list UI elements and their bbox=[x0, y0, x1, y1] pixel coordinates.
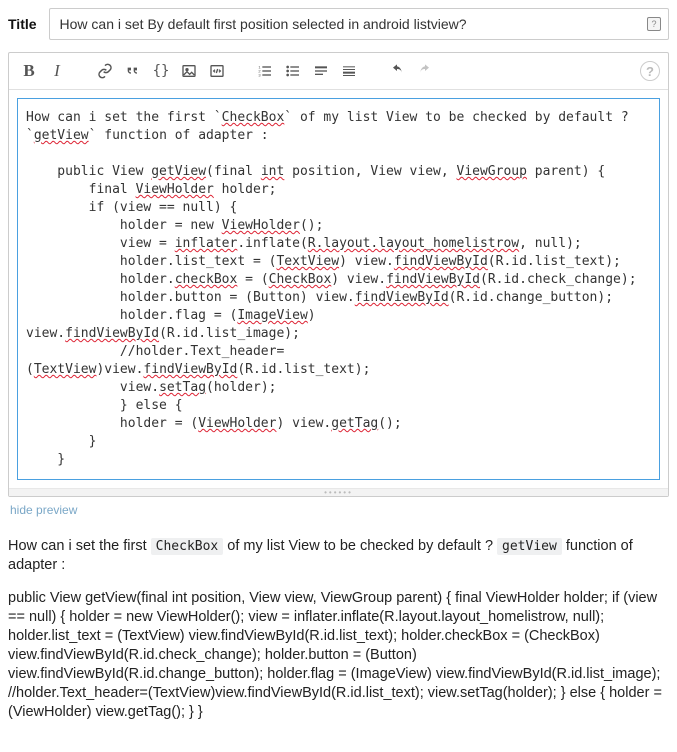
hr-button[interactable] bbox=[337, 59, 361, 83]
preview-pane: How can i set the first CheckBox of my l… bbox=[8, 537, 669, 722]
heading-button[interactable] bbox=[309, 59, 333, 83]
title-help-icon[interactable]: ? bbox=[647, 17, 661, 31]
snippet-button[interactable] bbox=[205, 59, 229, 83]
code-button[interactable]: {} bbox=[149, 59, 173, 83]
help-icon[interactable]: ? bbox=[640, 61, 660, 81]
inline-code: CheckBox bbox=[151, 538, 224, 555]
editor-toolbar: B I {} 123 bbox=[9, 53, 668, 90]
preview-codeblock: public View getView(final int position, … bbox=[8, 589, 669, 722]
ulist-button[interactable] bbox=[281, 59, 305, 83]
title-label: Title bbox=[8, 16, 37, 32]
bold-button[interactable]: B bbox=[17, 59, 41, 83]
image-button[interactable] bbox=[177, 59, 201, 83]
link-button[interactable] bbox=[93, 59, 117, 83]
redo-button[interactable] bbox=[413, 59, 437, 83]
undo-button[interactable] bbox=[385, 59, 409, 83]
preview-paragraph: How can i set the first CheckBox of my l… bbox=[8, 537, 669, 575]
italic-button[interactable]: I bbox=[45, 59, 69, 83]
title-input[interactable] bbox=[49, 8, 669, 40]
hide-preview-link[interactable]: hide preview bbox=[8, 497, 669, 521]
editor-textarea[interactable]: How can i set the first `CheckBox` of my… bbox=[17, 98, 660, 480]
olist-button[interactable]: 123 bbox=[253, 59, 277, 83]
inline-code: getView bbox=[497, 538, 562, 555]
resize-grip[interactable]: •••••• bbox=[9, 488, 668, 496]
editor-container: B I {} 123 bbox=[8, 52, 669, 497]
svg-text:3: 3 bbox=[258, 72, 261, 77]
quote-button[interactable] bbox=[121, 59, 145, 83]
